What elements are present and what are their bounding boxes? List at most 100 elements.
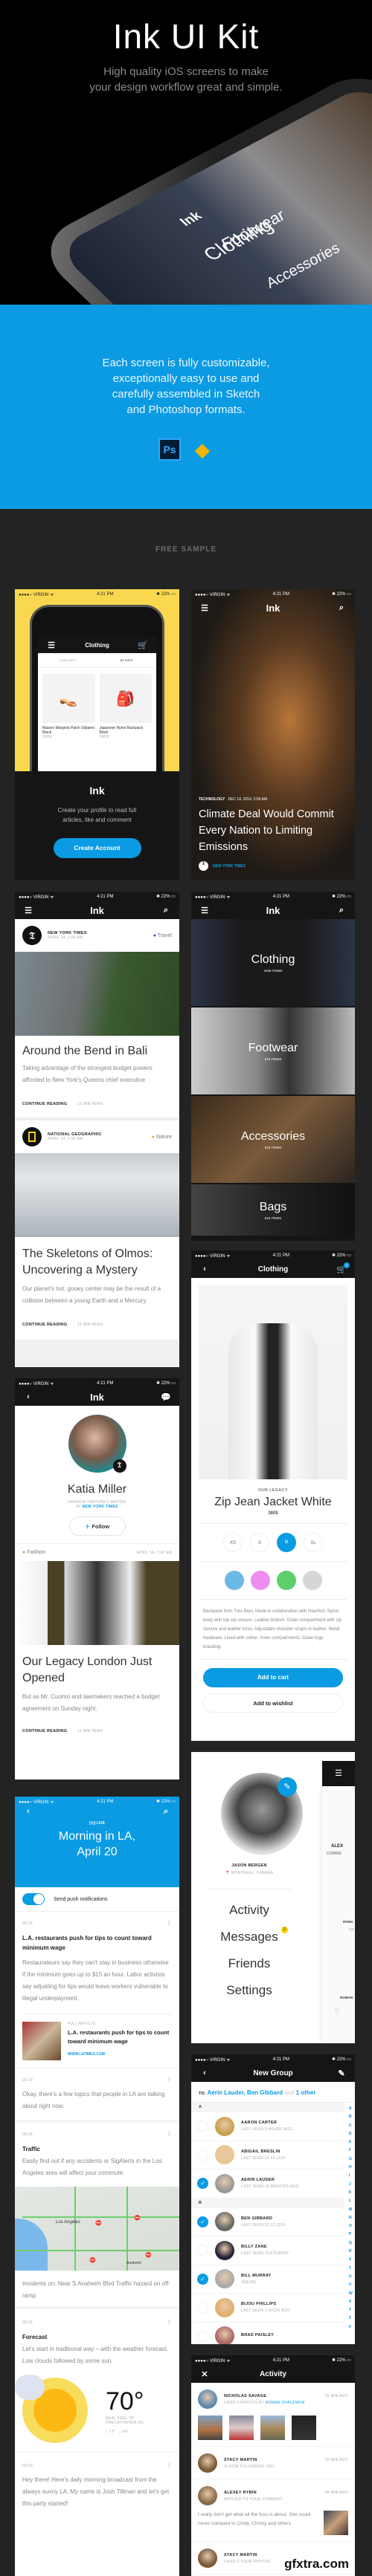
index-letter[interactable]: T — [349, 2265, 353, 2273]
contact-row[interactable]: ✓ AERIN LAUDER LAST SEEN 15 MINUTES AGO — [191, 2170, 344, 2199]
share-icon[interactable]: ⇪ — [166, 2130, 172, 2138]
contact-row[interactable]: BRAD PAISLEY — [191, 2323, 344, 2344]
add-to-wishlist-button[interactable]: Add to wishlist — [203, 1693, 343, 1713]
index-letter[interactable]: X — [349, 2298, 353, 2306]
contact-row[interactable]: ✓ BILL MURRAY ONLINE — [191, 2265, 344, 2294]
index-letter[interactable]: M — [349, 2206, 353, 2214]
checked-icon[interactable]: ✓ — [197, 2178, 208, 2190]
index-letter[interactable]: V — [349, 2281, 353, 2289]
search-icon[interactable]: ⌕ — [336, 603, 347, 613]
liked-photo[interactable] — [260, 2416, 285, 2440]
article-headline[interactable]: Climate Deal Would Commit Every Nation t… — [199, 806, 347, 855]
search-icon[interactable]: ⌕ — [160, 906, 172, 915]
index-letter[interactable]: C — [349, 2122, 353, 2130]
index-letter[interactable]: D — [349, 2130, 353, 2138]
share-icon[interactable]: ⇪ — [166, 2076, 172, 2084]
author-org[interactable]: NEW YORK TIMES — [82, 1505, 118, 1509]
unchecked-icon[interactable] — [197, 2302, 208, 2314]
continue-reading-link[interactable]: CONTINUE READING — [22, 1729, 67, 1733]
index-letter[interactable]: U — [349, 2273, 353, 2281]
comment-photo[interactable] — [324, 2511, 348, 2535]
article-title[interactable]: Around the Bend in Bali — [22, 1045, 172, 1058]
index-letter[interactable]: R — [349, 2248, 353, 2256]
back-icon[interactable]: ‹ — [199, 1265, 211, 1274]
index-letter[interactable]: G — [349, 2155, 353, 2164]
size-option[interactable]: S — [250, 1533, 269, 1552]
activity-item[interactable]: ALEXEY RYBIN REPLIED TO YOUR COMMENT 48 MI… — [191, 2479, 355, 2542]
color-swatch[interactable] — [224, 1571, 244, 1590]
back-icon[interactable]: ‹ — [199, 2069, 211, 2077]
contact-row[interactable]: BIJOU PHILLIPS LAST SEEN 1 HOUR AGO — [191, 2294, 344, 2323]
article-title[interactable]: The Skeletons of Olmos: Uncovering a Mys… — [22, 1246, 172, 1279]
contact-row[interactable]: ✓ BEN GIBBARD LAST SEEN 23.12.2015 — [191, 2208, 344, 2236]
close-icon[interactable]: ✕ — [199, 2369, 211, 2379]
add-to-cart-button[interactable]: Add to cart — [203, 1668, 343, 1687]
heart-icon[interactable]: ♡ — [334, 2008, 340, 2016]
color-swatch[interactable] — [276, 1571, 296, 1590]
activity-item[interactable]: NICHOLAS SAVAGE LIKED 4 PHOTOS BY ROMAN S… — [191, 2383, 355, 2447]
liked-photo[interactable] — [229, 2416, 254, 2440]
comment-icon[interactable]: 💬 — [160, 1392, 172, 1402]
feed-card[interactable]: NATIONAL GEOGRAPHIC APRIL 14, 3:56 AM ● Na… — [15, 1120, 179, 1340]
article-link-card[interactable]: FULL ARTICLE L.A. restaurants push for ti… — [22, 2022, 172, 2060]
unchecked-icon[interactable] — [197, 2121, 208, 2132]
index-letter[interactable]: N — [349, 2214, 353, 2222]
back-icon[interactable]: ‹ — [22, 1392, 34, 1401]
recipients-field[interactable]: TO: Aerin Lauder, Ben Gibbard and 1 othe… — [191, 2082, 355, 2103]
menu-item-messages[interactable]: Messages — [220, 1930, 278, 1944]
color-swatch[interactable] — [250, 1571, 270, 1590]
cart-icon[interactable]: 🛒 2 — [336, 1262, 350, 1274]
index-letter[interactable]: S — [349, 2256, 353, 2264]
menu-icon[interactable]: ☰ — [22, 906, 34, 915]
back-icon[interactable]: ‹ — [22, 1807, 34, 1816]
category-tile[interactable]: Clothing 3456 ITEMS — [191, 919, 355, 1006]
traffic-map[interactable]: Los Angeles Anaheim ⛔ ⛔ ⛔ ⛔ — [15, 2187, 179, 2271]
unchecked-icon[interactable] — [197, 2330, 208, 2342]
others-link[interactable]: 1 other — [296, 2089, 316, 2096]
index-letter[interactable]: H — [349, 2164, 353, 2172]
menu-icon[interactable]: ☰ — [322, 1761, 355, 1786]
checked-icon[interactable]: ✓ — [197, 2216, 208, 2228]
size-option[interactable]: XS — [223, 1533, 243, 1552]
compose-icon[interactable]: ✎ — [336, 2069, 347, 2078]
index-letter[interactable]: I — [349, 2172, 353, 2180]
contact-row[interactable]: BILLY ZANE LAST SEEN YESTERDAY — [191, 2236, 344, 2265]
category-tile[interactable]: Footwear 643 ITEMS — [191, 1008, 355, 1094]
index-letter[interactable]: Q — [349, 2239, 353, 2248]
liked-photo[interactable] — [198, 2416, 222, 2440]
index-letter[interactable]: Z — [349, 2314, 353, 2323]
menu-item-friends[interactable]: Friends — [191, 1956, 307, 1971]
continue-reading-link[interactable]: CONTINUE READING — [22, 1102, 67, 1106]
index-letter[interactable]: A — [349, 2105, 353, 2113]
create-account-button[interactable]: Create Account — [53, 838, 141, 858]
search-icon[interactable]: ⌕ — [160, 1807, 172, 1817]
menu-icon[interactable]: ☰ — [199, 906, 211, 915]
product-image[interactable] — [199, 1285, 347, 1479]
index-letter[interactable]: O — [349, 2222, 353, 2231]
index-letter[interactable]: L — [349, 2197, 353, 2205]
index-letter[interactable]: K — [349, 2189, 353, 2197]
index-letter[interactable]: F — [349, 2147, 353, 2155]
search-icon[interactable]: ⌕ — [336, 906, 347, 915]
activity-item[interactable]: STACY MARTIN IS NOW FOLLOWING YOU 30 MIN A… — [191, 2447, 355, 2479]
contact-row[interactable]: ABIGAIL BRESLIN LAST SEEN 24.04.2015 — [191, 2141, 344, 2170]
category-tile[interactable]: Accessories 643 ITEMS — [191, 1096, 355, 1183]
menu-item-activity[interactable]: Activity — [191, 1903, 307, 1918]
index-letter[interactable]: E — [349, 2138, 353, 2147]
index-letter[interactable]: J — [349, 2181, 353, 2189]
size-option[interactable]: XL — [304, 1533, 323, 1552]
color-swatch[interactable] — [302, 1571, 322, 1590]
share-icon[interactable]: ⇪ — [166, 2462, 172, 2470]
contact-row[interactable]: AARON CARTER LAST SEEN 3 HOURS AGO — [191, 2112, 344, 2141]
index-letter[interactable]: # — [349, 2323, 353, 2332]
activity-target[interactable]: ROMAN SHALENKIN — [266, 2401, 305, 2405]
checked-icon[interactable]: ✓ — [197, 2273, 208, 2285]
feed-card[interactable]: 𝕿 NEW YORK TIMES APRIL 14, 2:56 AM ● Travel… — [15, 919, 179, 1117]
unchecked-icon[interactable] — [197, 2149, 208, 2161]
unchecked-icon[interactable] — [197, 2245, 208, 2257]
article-title[interactable]: Our Legacy London Just Opened — [22, 1654, 172, 1687]
index-letter[interactable]: Y — [349, 2306, 353, 2314]
index-letter[interactable]: B — [349, 2113, 353, 2121]
category-tile[interactable]: Bags 643 ITEMS — [191, 1184, 355, 1236]
share-icon[interactable]: ⇪ — [166, 1919, 172, 1927]
